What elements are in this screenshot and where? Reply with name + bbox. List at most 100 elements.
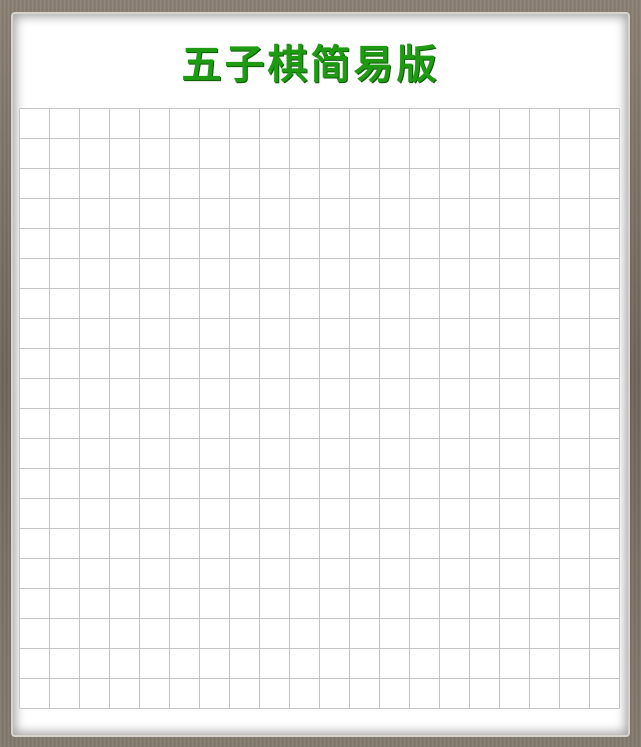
board-cell[interactable] xyxy=(590,259,619,288)
board-cell[interactable] xyxy=(590,439,619,468)
board-cell[interactable] xyxy=(380,499,409,528)
board-cell[interactable] xyxy=(590,559,619,588)
board-cell[interactable] xyxy=(380,229,409,258)
board-cell[interactable] xyxy=(440,319,469,348)
board-cell[interactable] xyxy=(380,409,409,438)
board-cell[interactable] xyxy=(110,139,139,168)
board-cell[interactable] xyxy=(350,559,379,588)
board-cell[interactable] xyxy=(110,439,139,468)
board-cell[interactable] xyxy=(380,379,409,408)
board-cell[interactable] xyxy=(530,499,559,528)
board-cell[interactable] xyxy=(290,229,319,258)
board-cell[interactable] xyxy=(260,619,289,648)
board-cell[interactable] xyxy=(170,679,199,708)
board-cell[interactable] xyxy=(440,109,469,138)
board-cell[interactable] xyxy=(140,529,169,558)
board-cell[interactable] xyxy=(530,559,559,588)
board-cell[interactable] xyxy=(260,409,289,438)
board-cell[interactable] xyxy=(80,409,109,438)
board-cell[interactable] xyxy=(50,589,79,618)
board-cell[interactable] xyxy=(470,229,499,258)
board-cell[interactable] xyxy=(320,619,349,648)
board-cell[interactable] xyxy=(230,499,259,528)
board-cell[interactable] xyxy=(500,199,529,228)
board-cell[interactable] xyxy=(230,319,259,348)
board-cell[interactable] xyxy=(110,589,139,618)
board-cell[interactable] xyxy=(500,469,529,498)
board-cell[interactable] xyxy=(200,499,229,528)
board-cell[interactable] xyxy=(290,529,319,558)
board-cell[interactable] xyxy=(410,499,439,528)
board-cell[interactable] xyxy=(200,349,229,378)
board-cell[interactable] xyxy=(470,139,499,168)
board-cell[interactable] xyxy=(470,589,499,618)
board-cell[interactable] xyxy=(230,649,259,678)
board-cell[interactable] xyxy=(200,229,229,258)
board-cell[interactable] xyxy=(530,409,559,438)
board-cell[interactable] xyxy=(110,409,139,438)
board-cell[interactable] xyxy=(200,559,229,588)
board-cell[interactable] xyxy=(140,229,169,258)
board-cell[interactable] xyxy=(200,199,229,228)
board-cell[interactable] xyxy=(590,349,619,378)
board-cell[interactable] xyxy=(470,349,499,378)
board-cell[interactable] xyxy=(80,169,109,198)
board-cell[interactable] xyxy=(140,679,169,708)
board-cell[interactable] xyxy=(590,619,619,648)
board-cell[interactable] xyxy=(500,109,529,138)
board-cell[interactable] xyxy=(110,229,139,258)
board-cell[interactable] xyxy=(320,349,349,378)
board-cell[interactable] xyxy=(500,409,529,438)
board-cell[interactable] xyxy=(140,589,169,618)
board-cell[interactable] xyxy=(320,409,349,438)
board-cell[interactable] xyxy=(170,559,199,588)
board-cell[interactable] xyxy=(530,349,559,378)
board-cell[interactable] xyxy=(320,469,349,498)
board-cell[interactable] xyxy=(260,589,289,618)
board-cell[interactable] xyxy=(20,319,49,348)
board-cell[interactable] xyxy=(500,499,529,528)
board-cell[interactable] xyxy=(170,649,199,678)
board-cell[interactable] xyxy=(410,619,439,648)
board-cell[interactable] xyxy=(560,349,589,378)
board-cell[interactable] xyxy=(20,349,49,378)
board-cell[interactable] xyxy=(50,439,79,468)
board-cell[interactable] xyxy=(110,619,139,648)
board-cell[interactable] xyxy=(50,169,79,198)
board-cell[interactable] xyxy=(560,529,589,558)
board-cell[interactable] xyxy=(20,229,49,258)
board-cell[interactable] xyxy=(230,379,259,408)
board-cell[interactable] xyxy=(560,199,589,228)
board-cell[interactable] xyxy=(200,139,229,168)
board-cell[interactable] xyxy=(440,139,469,168)
board-cell[interactable] xyxy=(230,529,259,558)
board-cell[interactable] xyxy=(350,649,379,678)
board-cell[interactable] xyxy=(170,199,199,228)
board-cell[interactable] xyxy=(380,259,409,288)
board-cell[interactable] xyxy=(200,409,229,438)
board-cell[interactable] xyxy=(380,649,409,678)
board-cell[interactable] xyxy=(530,619,559,648)
board-cell[interactable] xyxy=(530,379,559,408)
board-cell[interactable] xyxy=(20,439,49,468)
board-cell[interactable] xyxy=(350,439,379,468)
board-cell[interactable] xyxy=(260,649,289,678)
board-cell[interactable] xyxy=(440,469,469,498)
board-cell[interactable] xyxy=(440,679,469,708)
board-cell[interactable] xyxy=(470,679,499,708)
board-cell[interactable] xyxy=(230,439,259,468)
board-cell[interactable] xyxy=(560,589,589,618)
board-cell[interactable] xyxy=(590,169,619,198)
board-cell[interactable] xyxy=(440,499,469,528)
board-cell[interactable] xyxy=(410,139,439,168)
board-cell[interactable] xyxy=(320,589,349,618)
board-cell[interactable] xyxy=(200,109,229,138)
board-cell[interactable] xyxy=(50,349,79,378)
board-cell[interactable] xyxy=(320,679,349,708)
board-cell[interactable] xyxy=(260,319,289,348)
board-cell[interactable] xyxy=(410,109,439,138)
board-cell[interactable] xyxy=(50,469,79,498)
board-cell[interactable] xyxy=(230,679,259,708)
board-cell[interactable] xyxy=(410,439,439,468)
board-cell[interactable] xyxy=(50,109,79,138)
